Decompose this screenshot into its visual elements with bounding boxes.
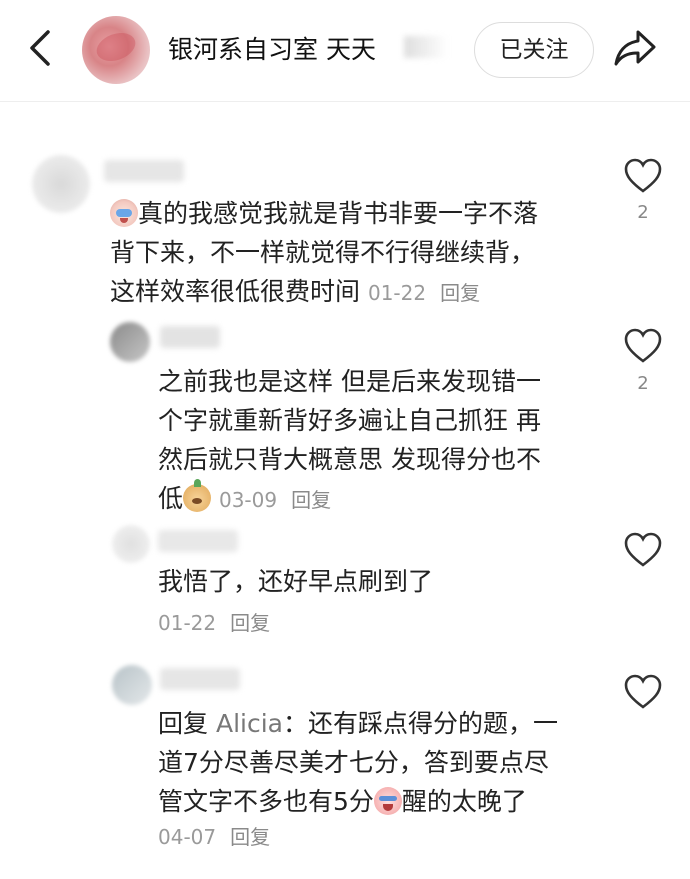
heart-icon[interactable] xyxy=(623,674,663,710)
mentioned-user[interactable]: Alicia xyxy=(216,709,283,738)
page-title: 银河系自习室 天天 xyxy=(168,35,376,64)
title-overflow-fade xyxy=(404,36,448,58)
comment-author[interactable] xyxy=(158,530,238,552)
comment-text: 我悟了，还好早点刷到了 xyxy=(158,567,434,596)
comment-text: 之前我也是这样 但是后来发现错一 个字就重新背好多遍让自己抓狂 再 然后就只背大… xyxy=(158,367,541,513)
back-icon[interactable] xyxy=(22,28,58,68)
crying-face-icon xyxy=(110,199,138,227)
share-icon[interactable] xyxy=(612,26,658,70)
comment-author[interactable] xyxy=(104,160,184,182)
heart-icon[interactable] xyxy=(623,532,663,568)
comment-avatar[interactable] xyxy=(110,322,150,362)
comment-meta: 01-22 回复 xyxy=(367,281,481,305)
comment-author[interactable] xyxy=(160,326,220,348)
heart-icon[interactable] xyxy=(623,328,663,364)
comment-meta: 04-07 回复 xyxy=(158,825,271,849)
top-bar: 银河系自习室 天天 已关注 xyxy=(0,0,690,100)
comment-author[interactable] xyxy=(160,668,240,690)
heart-icon[interactable] xyxy=(623,158,663,194)
reply-button[interactable]: 回复 xyxy=(230,825,270,849)
reply-button[interactable]: 回复 xyxy=(440,281,480,305)
doge-face-icon xyxy=(183,479,212,512)
comment-meta: 03-09 回复 xyxy=(218,488,332,512)
follow-button[interactable]: 已关注 xyxy=(474,22,594,78)
like-count: 2 xyxy=(637,202,649,223)
sob-face-icon xyxy=(373,787,402,815)
comment-avatar[interactable] xyxy=(112,665,152,705)
comment-avatar[interactable] xyxy=(32,155,90,213)
comment-text: 回复 Alicia：还有踩点得分的题，一 道7分尽善尽美才七分，答到要点尽 管文… xyxy=(158,709,558,816)
header-divider xyxy=(0,101,690,102)
comment-avatar[interactable] xyxy=(112,525,150,563)
avatar[interactable] xyxy=(82,16,150,84)
reply-button[interactable]: 回复 xyxy=(230,611,270,635)
comment-meta: 01-22 回复 xyxy=(158,611,271,635)
comment-text: 真的我感觉我就是背书非要一字不落 背下来，不一样就觉得不行得继续背， 这样效率很… xyxy=(110,199,539,306)
like-count: 2 xyxy=(637,373,649,394)
reply-button[interactable]: 回复 xyxy=(291,488,331,512)
